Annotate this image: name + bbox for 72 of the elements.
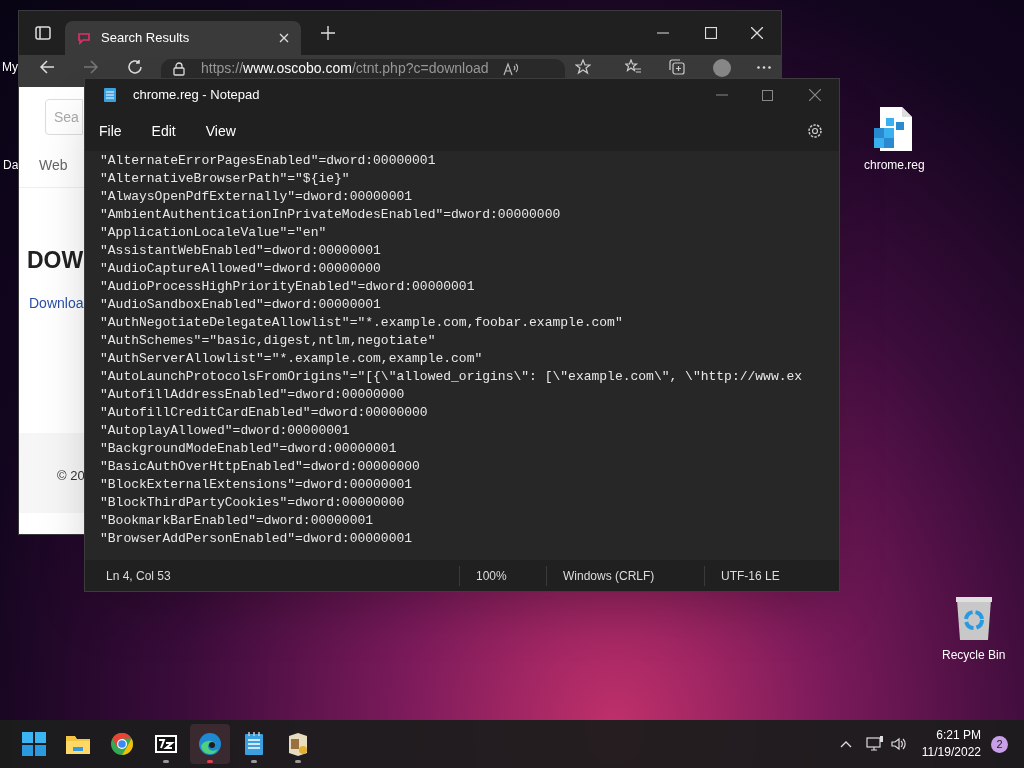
nav-tab[interactable]: Web — [39, 155, 68, 176]
text-line: "AlternateErrorPagesEnabled"=dword:00000001 — [100, 152, 436, 170]
read-aloud-icon[interactable] — [502, 61, 519, 76]
chevron-up-icon[interactable] — [839, 740, 852, 748]
window-title: chrome.reg - Notepad — [133, 86, 260, 105]
text-line: "AutofillAddressEnabled"=dword:00000000 — [100, 386, 405, 404]
desktop-icon-label[interactable]: Da — [3, 156, 19, 174]
edge-icon — [198, 732, 222, 756]
text-line: "AudioSandboxEnabled"=dword:00000001 — [100, 296, 381, 314]
status-text: Ln 4, Col 53 — [106, 567, 171, 585]
clock[interactable]: 6:21 PM 11/19/2022 — [921, 727, 981, 761]
text-line: "BrowserAddPersonEnabled"=dword:00000001 — [100, 530, 413, 545]
desktop-icon-label[interactable]: My — [2, 58, 18, 76]
text-line: "AuthSchemes"="basic,digest,ntlm,negotiate" — [100, 332, 436, 350]
forward-arrow-icon[interactable] — [83, 59, 99, 75]
page-heading: DOW — [27, 246, 84, 275]
text-line: "AudioProcessHighPriorityEnabled"=dword:00000001 — [100, 278, 475, 296]
text-line: "AutoplayAllowed"=dword:00000001 — [100, 422, 350, 440]
taskbar-button[interactable] — [190, 724, 230, 764]
notepad-icon — [103, 87, 117, 103]
archive-7z-icon — [154, 734, 178, 754]
network-icon[interactable] — [865, 736, 884, 752]
address-bar[interactable]: https://www.oscobo.com/ctnt.php?c=download — [161, 59, 565, 78]
text-line: "BookmarkBarEnabled"=dword:00000001 — [100, 512, 374, 530]
text-line: "BasicAuthOverHttpEnabled"=dword:00000000 — [100, 458, 420, 476]
recycle-bin-icon[interactable] — [954, 596, 993, 642]
tab-actions-icon[interactable] — [35, 25, 51, 41]
status-text: 100% — [476, 567, 507, 585]
start-icon — [22, 732, 46, 756]
menu-item[interactable]: View — [195, 120, 246, 142]
url-text: https://www.oscobo.com/ctnt.php?c=download — [201, 59, 489, 78]
folder-icon — [65, 733, 91, 755]
notepad-icon — [244, 732, 264, 756]
new-tab-icon[interactable] — [321, 26, 335, 40]
text-line: "BlockExternalExtensions"=dword:00000001 — [100, 476, 413, 494]
status-text: UTF-16 LE — [721, 567, 780, 585]
text-line: "AutofillCreditCardEnabled"=dword:00000000 — [100, 404, 428, 422]
tab-title: Search Results — [101, 29, 191, 48]
notification-badge[interactable]: 2 — [991, 735, 1008, 753]
text-line: "AmbientAuthenticationInPrivateModesEnabled"=dword:00000000 — [100, 206, 561, 224]
chrome-icon — [110, 732, 134, 756]
favorites-icon[interactable] — [625, 59, 641, 75]
status-text: Windows (CRLF) — [563, 567, 655, 585]
text-line: "BackgroundModeEnabled"=dword:00000001 — [100, 440, 397, 458]
text-line: "AuthServerAllowlist"="*.example.com,example.com" — [100, 350, 483, 368]
settings-icon[interactable] — [807, 123, 823, 139]
more-options-icon[interactable] — [757, 66, 771, 69]
refresh-icon[interactable] — [127, 59, 143, 75]
star-icon[interactable] — [575, 59, 591, 75]
text-line: "AutoLaunchProtocolsFromOrigins"="[{\"allowed_origins\": [\"example.com\", \"http://www.ex — [100, 368, 803, 386]
download-link[interactable]: Downloa — [29, 293, 84, 314]
text-editor-area[interactable] — [85, 151, 839, 560]
collections-icon[interactable] — [669, 59, 685, 75]
text-line: "ApplicationLocaleValue"="en" — [100, 224, 327, 242]
text-line: "AlternativeBrowserPath"="${ie}" — [100, 170, 350, 188]
speech-bubble-icon — [77, 31, 91, 45]
desktop-icon-label[interactable]: Recycle Bin — [942, 646, 1006, 664]
back-arrow-icon[interactable] — [39, 59, 55, 75]
text-line: "AudioCaptureAllowed"=dword:00000000 — [100, 260, 381, 278]
copyright-text: © 20 — [57, 467, 85, 485]
lock-icon — [173, 61, 185, 76]
menu-item[interactable]: Edit — [141, 120, 186, 142]
browser-tab[interactable]: Search Results — [65, 21, 301, 55]
installer-box-icon — [287, 732, 309, 756]
text-line: "AuthNegotiateDelegateAllowlist"="*.example.com,foobar.example.com" — [100, 314, 623, 332]
volume-icon[interactable] — [889, 736, 908, 752]
text-line: "AssistantWebEnabled"=dword:00000001 — [100, 242, 381, 260]
text-line: "AlwaysOpenPdfExternally"=dword:00000001 — [100, 188, 413, 206]
text-line: "BlockThirdPartyCookies"=dword:00000000 — [100, 494, 405, 512]
menu-item[interactable]: File — [89, 120, 132, 142]
profile-avatar[interactable] — [713, 59, 731, 77]
desktop-icon-label[interactable]: chrome.reg — [864, 156, 925, 174]
